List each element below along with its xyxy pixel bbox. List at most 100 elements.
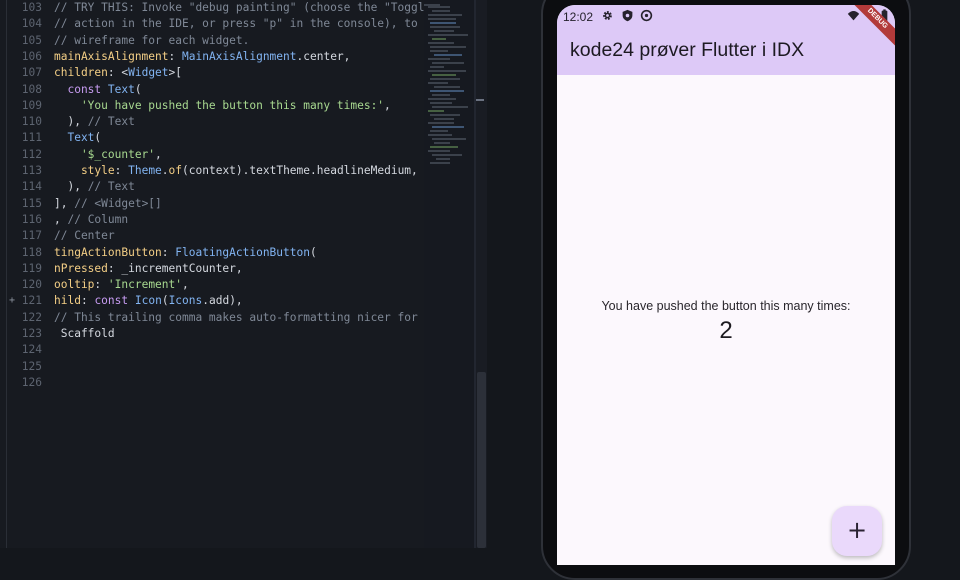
code-line[interactable]: 103 // TRY THIS: Invoke "debug painting" … (0, 0, 424, 16)
minimap-line (430, 146, 458, 148)
code-line[interactable]: 118 tingActionButton: FloatingActionButto… (0, 245, 424, 261)
minimap-line (432, 94, 450, 96)
code-text: tingActionButton: FloatingActionButton( (54, 245, 317, 261)
code-line[interactable]: 126 (0, 375, 424, 391)
minimap-line (430, 114, 460, 116)
code-text: ], // <Widget>[] (54, 196, 162, 212)
code-token: >[ (168, 66, 183, 80)
add-icon: + (846, 516, 868, 544)
code-text: ), // Text (54, 179, 135, 195)
code-line[interactable]: 104 // action in the IDE, or press "p" in… (0, 16, 424, 32)
line-number: 104 (21, 17, 42, 31)
line-number: 108 (21, 82, 42, 96)
line-number: 124 (21, 343, 42, 357)
code-token: Scaffold (54, 327, 115, 340)
code-text: hild: const Icon(Icons.add), (54, 293, 243, 309)
code-line[interactable]: 108 const Text( (0, 82, 424, 98)
line-number: 103 (21, 1, 42, 14)
wifi-icon (847, 11, 860, 21)
code-token: // Text (87, 115, 135, 129)
minimap-line (434, 142, 450, 144)
code-token: : _incrementCounter, (107, 261, 243, 275)
code-token: Icons (168, 294, 203, 308)
code-token: ooltip (54, 278, 95, 292)
code-token: : (114, 164, 129, 177)
code-line[interactable]: 121 + hild: const Icon(Icons.add), (0, 293, 424, 309)
minimap-line (434, 30, 454, 32)
minimap-line (428, 34, 468, 36)
code-text: 'You have pushed the button this many ti… (54, 98, 391, 114)
code-token: Text (54, 131, 95, 145)
code-line[interactable]: 125 (0, 359, 424, 375)
minimap-line (432, 126, 464, 128)
phone-screen[interactable]: 12:02 kode24 prøver Flutter i IDX DEBUG … (557, 5, 895, 565)
code-line[interactable]: 105 // wireframe for each widget. (0, 33, 424, 49)
editor-minimap[interactable] (424, 0, 476, 548)
code-line[interactable]: 116, // Column (0, 212, 424, 228)
minimap-line (434, 86, 460, 88)
minimap-line (432, 106, 468, 108)
minimap-line (428, 18, 456, 20)
line-number: 123 (21, 327, 42, 340)
increment-button[interactable]: + (832, 506, 882, 556)
gutter-add-marker[interactable]: + (9, 293, 15, 309)
minimap-line (432, 138, 466, 140)
minimap-line (432, 74, 456, 76)
line-number: 115 (21, 196, 42, 210)
code-token: 'Increment' (107, 278, 182, 292)
minimap-line (428, 122, 454, 124)
gear-icon (603, 11, 612, 20)
editor-scrollbar-thumb[interactable] (477, 372, 486, 548)
code-line[interactable]: 111 Text( (0, 130, 424, 146)
code-text: // action in the IDE, or press "p" in th… (54, 16, 424, 32)
code-line[interactable]: 112 '$_counter', (0, 147, 424, 163)
sash-handle[interactable] (476, 99, 484, 101)
code-text: mainAxisAlignment: MainAxisAlignment.cen… (54, 49, 350, 65)
code-token: ), (54, 180, 88, 194)
code-token: const (54, 82, 108, 96)
code-line[interactable]: 114 ), // Text (0, 179, 424, 195)
code-token: ( (134, 82, 142, 96)
code-line[interactable]: 120 ooltip: 'Increment', (0, 277, 424, 293)
code-token: ( (94, 131, 102, 145)
minimap-line (428, 14, 462, 16)
minimap-line (430, 26, 460, 28)
code-text: // This trailing comma makes auto-format… (54, 310, 424, 326)
line-number: 117 (21, 229, 42, 243)
code-line[interactable]: 113 style: Theme.of(context).textTheme.h… (0, 163, 424, 179)
code-token: Text (107, 82, 135, 96)
code-token: ( (161, 294, 169, 308)
code-token: ), (54, 115, 88, 129)
sync-icon (640, 9, 653, 22)
code-line[interactable]: 107 children: <Widget>[ (0, 65, 424, 81)
code-line[interactable]: 115 ], // <Widget>[] (0, 196, 424, 212)
minimap-line (432, 10, 450, 12)
code-text: Text( (54, 130, 101, 146)
line-number: 107 (21, 66, 42, 80)
code-line[interactable]: 124 (0, 342, 424, 358)
code-token: : (94, 278, 108, 292)
code-line[interactable]: 122 // This trailing comma makes auto-for… (0, 310, 424, 326)
code-token: // Text (87, 180, 135, 194)
code-line[interactable]: 106 mainAxisAlignment: MainAxisAlignment.… (0, 49, 424, 65)
minimap-line (434, 54, 462, 56)
code-token: Widget (128, 66, 169, 80)
code-token: '$_counter' (54, 147, 156, 161)
code-token: : (161, 245, 176, 259)
code-editor[interactable]: 103 // TRY THIS: Invoke "debug painting" … (0, 0, 424, 548)
code-line[interactable]: 110 ), // Text (0, 114, 424, 130)
code-line[interactable]: 123 Scaffold (0, 326, 424, 342)
code-token: tingActionButton (54, 245, 162, 259)
code-line[interactable]: 117 // Center (0, 228, 424, 244)
line-number: 105 (21, 33, 42, 47)
minimap-line (430, 90, 464, 92)
code-line[interactable]: 109 'You have pushed the button this man… (0, 98, 424, 114)
code-token: Icon (134, 294, 162, 308)
code-line[interactable]: 119 nPressed: _incrementCounter, (0, 261, 424, 277)
minimap-line (430, 130, 448, 132)
line-number: 121 (21, 294, 42, 308)
code-token: ], (54, 196, 75, 210)
code-text: ooltip: 'Increment', (54, 277, 189, 293)
code-token: children (54, 66, 108, 80)
line-number: 119 (21, 261, 42, 275)
